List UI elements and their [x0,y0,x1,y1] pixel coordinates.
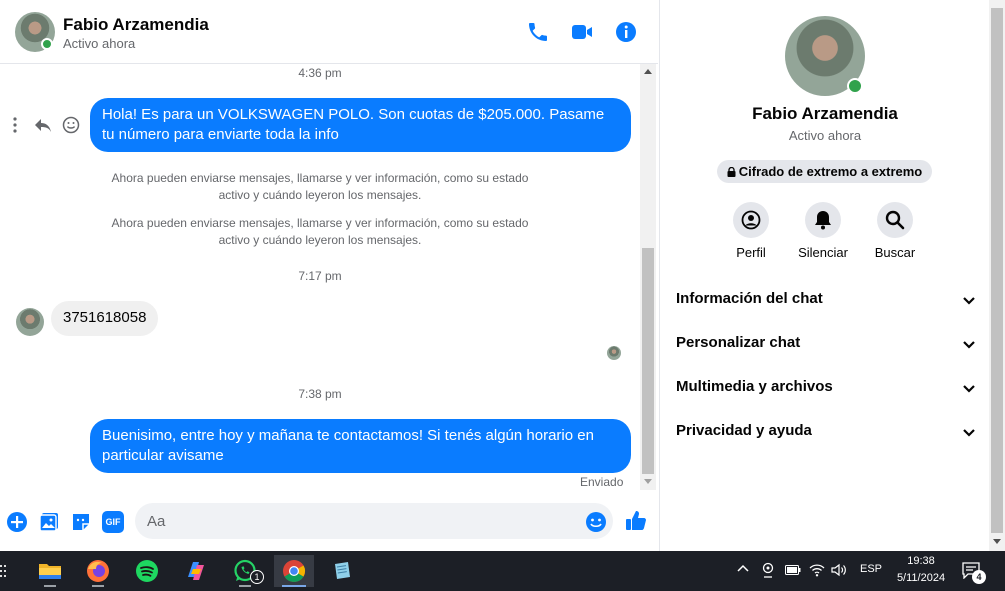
wifi-icon[interactable] [809,562,825,581]
task-view-icon[interactable] [0,563,8,579]
profile-button[interactable]: Perfil [716,202,786,260]
search-button[interactable]: Buscar [860,202,930,260]
timestamp: 7:17 pm [298,269,342,283]
timestamp: 4:36 pm [298,66,342,80]
gif-button[interactable]: GIF [102,511,124,533]
taskbar-whatsapp[interactable]: 1 [225,555,265,587]
notepad-icon [335,562,350,579]
section-privacy-help[interactable]: Privacidad y ayuda [676,418,976,448]
info-icon[interactable] [614,20,638,44]
gif-label: GIF [105,517,121,527]
section-customize-chat[interactable]: Personalizar chat [676,330,976,360]
plus-icon[interactable] [6,511,28,533]
video-call-icon[interactable] [570,20,594,44]
profile-icon [741,210,761,230]
system-notice: Ahora pueden enviarse mensajes, llamarse… [111,216,529,247]
scroll-down-arrow[interactable] [644,479,652,484]
phone-icon[interactable] [526,20,550,44]
notification-count: 4 [976,572,982,582]
chat-header: Fabio Arzamendia Activo ahora [0,0,658,64]
sticker-icon[interactable] [70,511,92,533]
profile-label: Perfil [736,245,766,260]
messenger-window: Fabio Arzamendia Activo ahora 4:36 pm Ho… [0,0,1005,551]
section-label: Información del chat [676,290,823,307]
tray-overflow-icon[interactable] [736,561,750,578]
online-indicator [847,78,863,94]
message-scrollbar[interactable] [640,64,656,490]
scroll-thumb[interactable] [642,248,654,474]
message-input[interactable] [135,503,613,539]
notifications-button[interactable]: 4 [962,561,986,584]
taskbar-file-explorer[interactable] [30,555,70,587]
read-receipt-avatar [607,346,621,360]
notification-count-badge: 4 [972,570,986,584]
lock-icon [727,166,736,177]
section-label: Privacidad y ayuda [676,422,812,439]
online-indicator [41,38,53,50]
emoji-icon[interactable] [585,511,607,533]
search-icon [885,210,905,230]
sender-avatar[interactable] [16,308,44,336]
mute-button[interactable]: Silenciar [788,202,858,260]
firefox-icon [87,560,109,582]
clock-date[interactable]: 5/11/2024 [893,572,949,584]
chevron-down-icon [963,385,975,393]
section-chat-info[interactable]: Información del chat [676,286,976,316]
bell-icon [815,211,831,230]
like-icon[interactable] [624,509,648,533]
encryption-badge[interactable]: Cifrado de extremo a extremo [717,160,932,183]
chevron-down-icon [963,297,975,305]
search-label: Buscar [874,245,916,260]
system-notice: Ahora pueden enviarse mensajes, llamarse… [111,171,529,202]
panel-contact-name: Fabio Arzamendia [752,104,898,123]
page-scroll-down-arrow[interactable] [993,539,1001,544]
message-list[interactable]: 4:36 pm Hola! Es para un VOLKSWAGEN POLO… [0,64,640,490]
outgoing-message[interactable]: Buenisimo, entre hoy y mañana te contact… [90,419,631,473]
chrome-icon [283,560,305,582]
contact-status: Activo ahora [63,36,136,51]
delivery-status: Enviado [580,475,624,489]
section-label: Multimedia y archivos [676,378,833,395]
incoming-message[interactable]: 3751618058 [51,301,159,336]
page-scroll-thumb[interactable] [991,8,1003,533]
chat-info-panel: Fabio Arzamendia Activo ahora Cifrado de… [659,0,989,551]
taskbar-firefox[interactable] [78,555,118,587]
more-options-icon[interactable] [6,116,24,134]
taskbar-notepad[interactable] [322,555,362,587]
scroll-up-arrow[interactable] [644,69,652,74]
timestamp: 7:38 pm [298,387,342,401]
page-scrollbar[interactable] [989,0,1005,551]
language-indicator[interactable]: ESP [860,563,882,575]
whatsapp-badge: 1 [250,570,264,584]
taskbar-spotify[interactable] [127,555,167,587]
taskbar-chrome[interactable] [274,555,314,587]
section-label: Personalizar chat [676,334,801,351]
spotify-icon [136,560,158,582]
chevron-down-icon [963,429,975,437]
copilot-icon [188,562,204,580]
panel-contact-status: Activo ahora [788,128,862,143]
battery-icon[interactable] [785,564,801,579]
encryption-label: Cifrado de extremo a extremo [738,164,923,179]
gallery-icon[interactable] [38,511,60,533]
windows-taskbar: 1 ESP 19:38 5/11/2024 4 [0,551,1005,591]
whatsapp-badge-count: 1 [254,572,260,582]
outgoing-message[interactable]: Hola! Es para un VOLKSWAGEN POLO. Son cu… [90,98,631,152]
folder-icon [39,564,61,579]
volume-icon[interactable] [831,562,847,581]
mute-label: Silenciar [798,245,848,260]
reply-icon[interactable] [34,116,52,134]
chevron-down-icon [963,341,975,349]
section-media-files[interactable]: Multimedia y archivos [676,374,976,404]
react-emoji-icon[interactable] [62,116,80,134]
webcam-icon[interactable] [761,562,775,581]
contact-name[interactable]: Fabio Arzamendia [63,15,209,35]
taskbar-copilot[interactable] [176,555,216,587]
composer: GIF [0,496,658,548]
clock-time[interactable]: 19:38 [893,555,949,567]
